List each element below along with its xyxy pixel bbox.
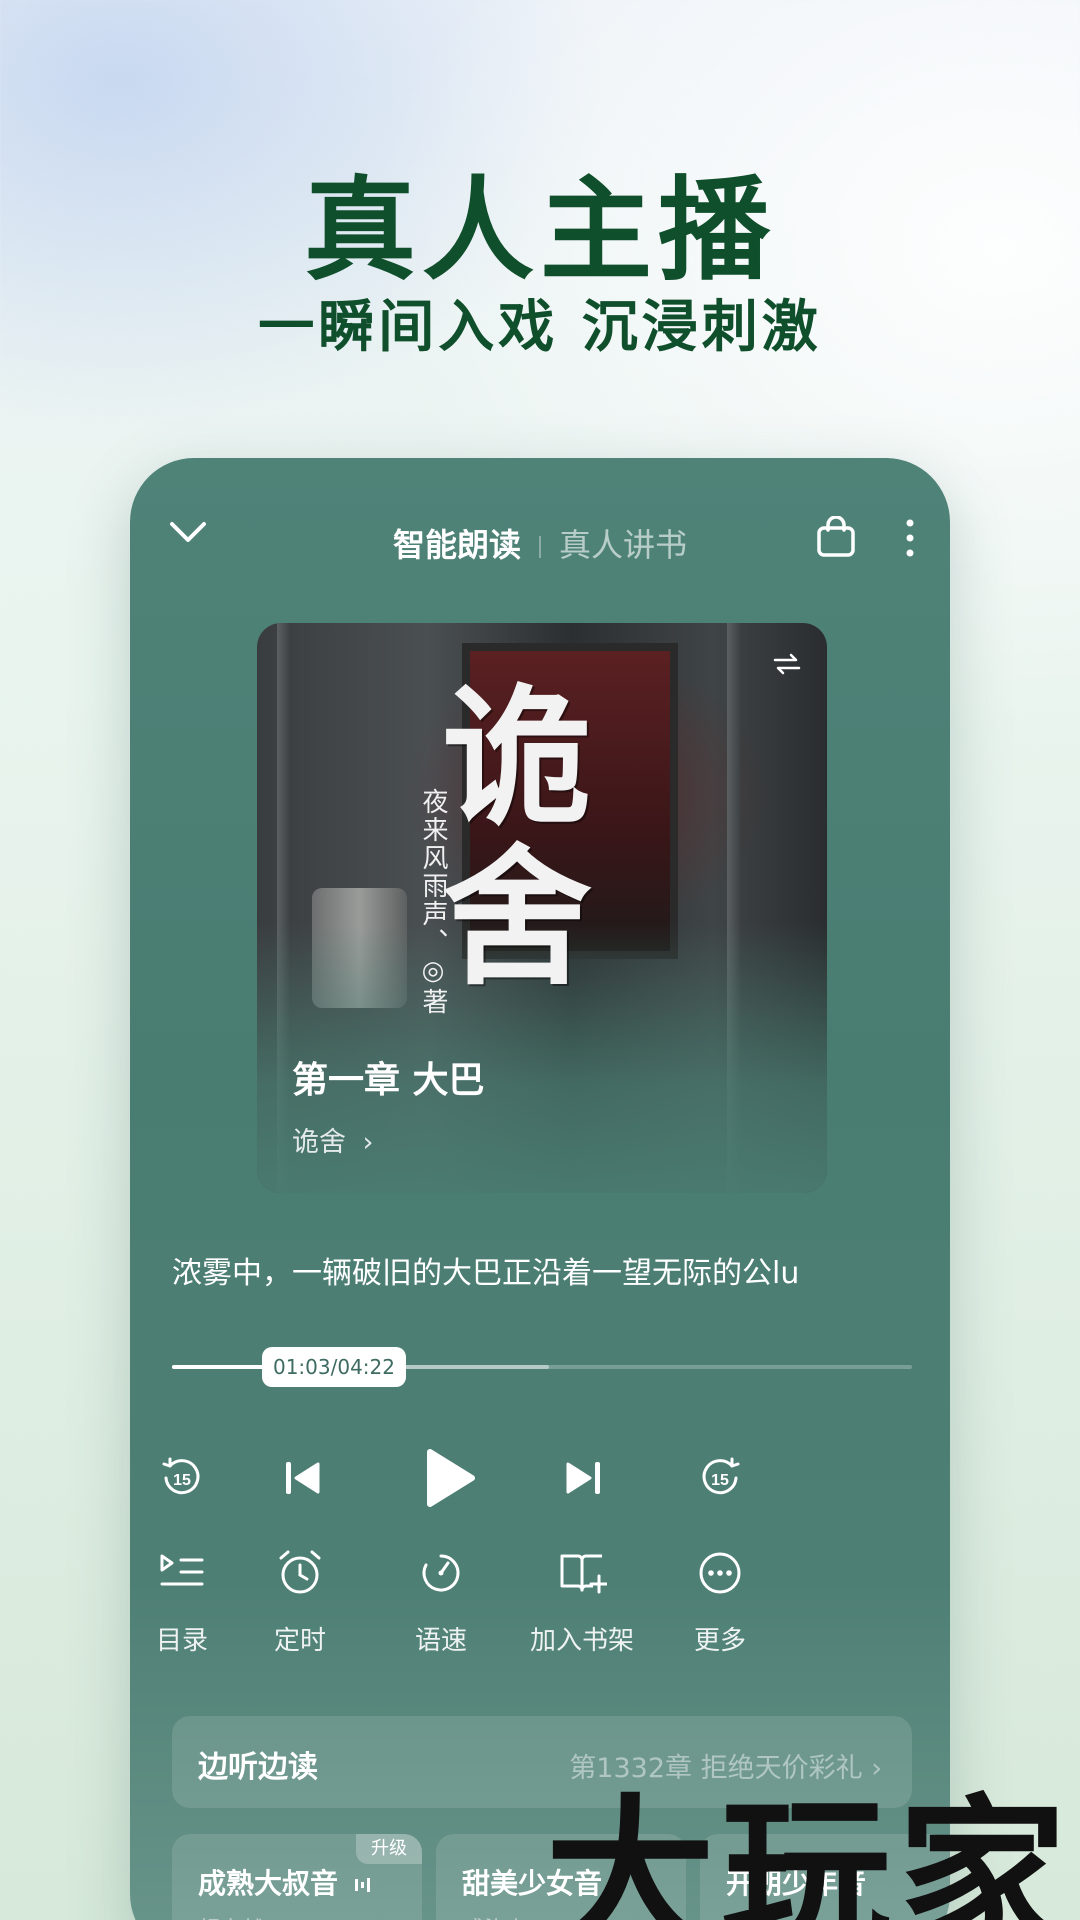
chevron-right-icon: › [362, 1127, 374, 1158]
add-bookshelf-label: 加入书架 [529, 1626, 634, 1656]
listen-read-label: 边听边读 [198, 1750, 318, 1785]
svg-text:15: 15 [173, 1472, 191, 1489]
skip-next-icon [566, 1462, 600, 1494]
player-panel: 智能朗读 真人讲书 诡舍 夜来风雨声、◎著 第一章 大巴 诡舍 › 浓雾中，一辆破… [130, 458, 950, 1920]
catalog-icon [160, 1554, 204, 1586]
voice-option-mature[interactable]: 成熟大叔音 超自然 升级 [172, 1834, 422, 1920]
watermark: 大玩家 [545, 1780, 1074, 1920]
more-vertical-icon[interactable] [903, 518, 917, 558]
cover-art-author: 夜来风雨声、◎著 [418, 788, 448, 1016]
upgrade-badge: 升级 [356, 1834, 422, 1864]
add-bookshelf-button[interactable]: 加入书架 [517, 1548, 647, 1657]
timer-button[interactable]: 定时 [235, 1548, 365, 1657]
forward-15-icon: 15 [702, 1457, 740, 1495]
add-bookshelf-icon [560, 1554, 609, 1594]
rewind-15-icon: 15 [162, 1457, 200, 1495]
alarm-clock-icon [279, 1550, 321, 1594]
forward-15-button[interactable]: 15 [698, 1456, 742, 1500]
voice-desc: 超自然 [198, 1912, 264, 1920]
audio-wave-icon [354, 1878, 370, 1892]
voice-name: 成熟大叔音 [198, 1862, 372, 1902]
skip-previous-icon [286, 1462, 320, 1494]
hero-subtitle: 一瞬间入戏 沉浸刺激 [258, 295, 822, 360]
more-label: 更多 [693, 1626, 746, 1656]
cover-art-title: 诡舍 [442, 670, 593, 1006]
speed-label: 语速 [414, 1626, 467, 1656]
tab-smart-read[interactable]: 智能朗读 [393, 526, 521, 564]
book-name-link[interactable]: 诡舍 › [292, 1120, 373, 1159]
tab-human-narration[interactable]: 真人讲书 [559, 526, 687, 564]
shopping-bag-icon[interactable] [815, 516, 857, 558]
tab-divider [539, 536, 541, 558]
book-name: 诡舍 [292, 1127, 346, 1158]
chapter-title: 第一章 大巴 [292, 1060, 485, 1101]
svg-text:15: 15 [711, 1472, 729, 1489]
voice-desc: 感染力 [462, 1912, 528, 1920]
play-button[interactable] [420, 1446, 480, 1510]
book-cover[interactable]: 诡舍 夜来风雨声、◎著 第一章 大巴 诡舍 › [257, 623, 827, 1193]
previous-button[interactable] [282, 1456, 322, 1500]
speed-dial-icon [422, 1554, 460, 1592]
hero-title: 真人主播 [304, 166, 776, 296]
progress-time-handle[interactable]: 01:03/04:22 [262, 1347, 406, 1387]
reading-excerpt: 浓雾中，一辆破旧的大巴正沿着一望无际的公lu [172, 1256, 800, 1291]
switch-arrows-icon[interactable] [772, 653, 802, 675]
timer-label: 定时 [273, 1626, 326, 1656]
voice-name-text: 成熟大叔音 [198, 1867, 339, 1900]
speed-button[interactable]: 语速 [376, 1548, 506, 1657]
more-button[interactable]: 更多 [655, 1548, 785, 1657]
catalog-label: 目录 [155, 1626, 208, 1656]
more-circle-icon [699, 1552, 741, 1594]
catalog-button[interactable]: 目录 [130, 1548, 247, 1657]
next-button[interactable] [564, 1456, 604, 1500]
player-top-bar: 智能朗读 真人讲书 [130, 458, 950, 598]
rewind-15-button[interactable]: 15 [160, 1456, 204, 1500]
play-icon [427, 1449, 475, 1507]
